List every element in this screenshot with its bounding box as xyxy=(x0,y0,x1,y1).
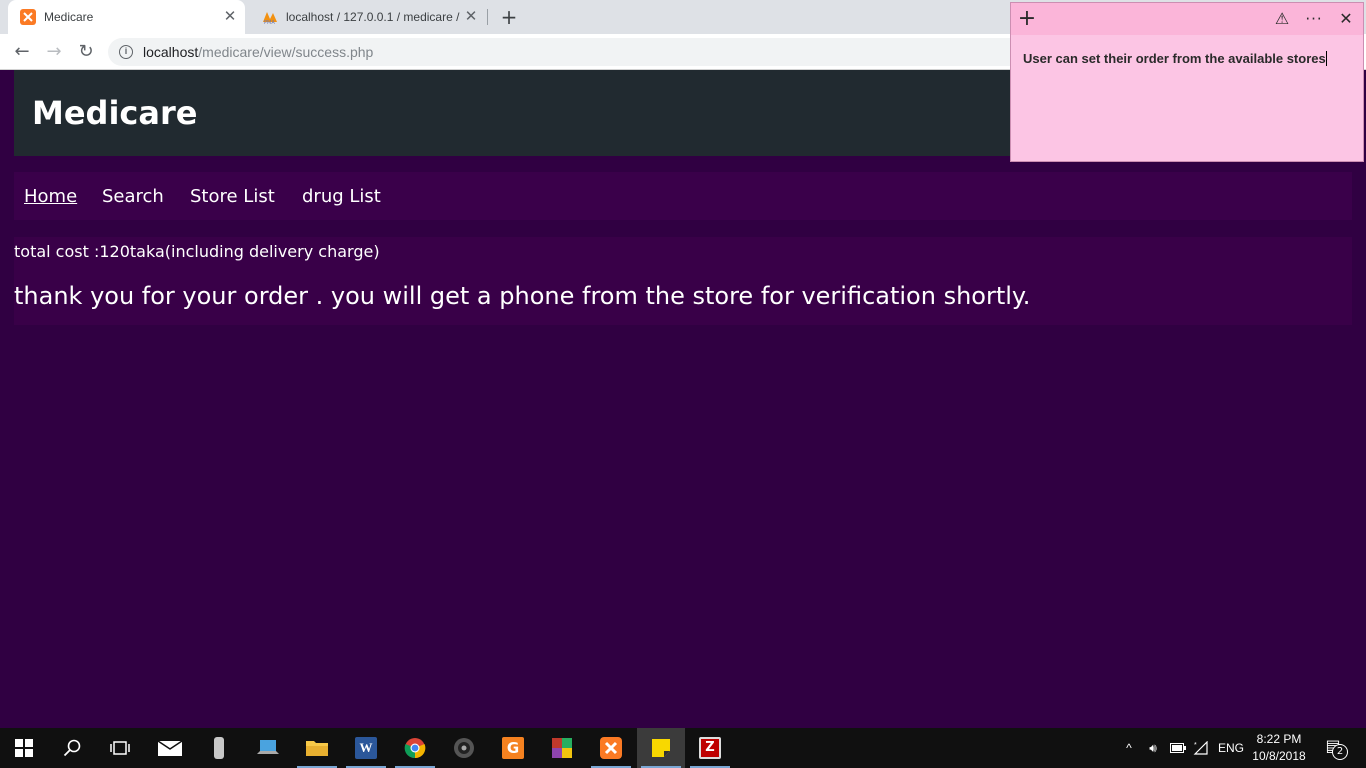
notification-count-badge: 2 xyxy=(1332,744,1348,760)
phpmyadmin-icon: PMA xyxy=(263,12,277,25)
svg-text:*: * xyxy=(1194,742,1197,749)
pdf-app-icon: G xyxy=(502,737,524,759)
nav-search-link[interactable]: Search xyxy=(102,186,164,207)
more-options-icon[interactable]: ··· xyxy=(1302,7,1326,31)
order-confirmation: total cost :120taka(including delivery c… xyxy=(14,237,1352,325)
wifi-icon: * xyxy=(1193,741,1208,755)
filezilla-icon: Z xyxy=(699,737,721,759)
winrar-icon xyxy=(552,738,572,758)
taskbar-word[interactable]: W xyxy=(342,728,390,768)
site-title: Medicare xyxy=(32,94,198,132)
url-host: localhost xyxy=(143,44,199,60)
volume-button[interactable]: 🔊︎ xyxy=(1142,728,1164,768)
clock-time: 8:22 PM xyxy=(1256,732,1302,746)
network-button[interactable]: * xyxy=(1190,728,1212,768)
url-path: /medicare/view/success.php xyxy=(198,44,374,60)
close-tab-icon[interactable]: ✕ xyxy=(221,8,239,26)
taskbar-sticky-notes[interactable] xyxy=(637,728,685,768)
site-nav: Home Search Store List drug List xyxy=(14,172,1352,220)
clock[interactable]: 8:22 PM 10/8/2018 xyxy=(1248,731,1310,765)
battery-button[interactable] xyxy=(1168,728,1188,768)
taskbar-winrar[interactable] xyxy=(538,728,586,768)
sticky-notes-icon xyxy=(652,739,670,757)
xampp-icon xyxy=(600,737,622,759)
taskbar-pdf-app[interactable]: G xyxy=(489,728,537,768)
xampp-icon xyxy=(20,9,36,25)
search-button[interactable] xyxy=(48,728,96,768)
chrome-icon xyxy=(404,738,426,759)
total-cost-text: total cost :120taka(including delivery c… xyxy=(14,242,380,261)
warning-icon[interactable]: ⚠ xyxy=(1270,7,1294,31)
new-tab-button[interactable]: + xyxy=(498,6,520,28)
back-arrow-icon[interactable]: ← xyxy=(10,40,34,64)
task-view-button[interactable] xyxy=(96,728,144,768)
add-note-icon[interactable]: + xyxy=(1015,7,1039,31)
search-icon xyxy=(63,739,81,757)
tab-phpmyadmin[interactable]: PMA localhost / 127.0.0.1 / medicare / ✕ xyxy=(250,0,486,34)
info-icon[interactable]: i xyxy=(119,45,133,59)
tab-title: localhost / 127.0.0.1 / medicare / xyxy=(286,10,460,24)
tab-medicare[interactable]: Medicare ✕ xyxy=(8,0,245,34)
task-view-icon xyxy=(110,741,130,755)
folder-icon xyxy=(306,741,328,756)
taskbar-mail[interactable] xyxy=(146,728,194,768)
volume-icon: 🔊︎ xyxy=(1149,740,1157,755)
text-cursor xyxy=(1325,51,1327,66)
taskbar-phone-app[interactable] xyxy=(195,728,243,768)
nav-store-list-link[interactable]: Store List xyxy=(190,186,275,207)
clock-date: 10/8/2018 xyxy=(1252,749,1306,763)
tab-divider xyxy=(487,9,488,25)
phone-icon xyxy=(214,737,224,759)
svg-text:PMA: PMA xyxy=(264,20,275,25)
sticky-note-window[interactable]: + ⚠ ··· ✕ User can set their order from … xyxy=(1010,2,1364,162)
word-icon: W xyxy=(355,737,377,759)
battery-icon xyxy=(1170,743,1186,753)
laptop-icon xyxy=(257,740,279,754)
sticky-note-titlebar[interactable]: + ⚠ ··· ✕ xyxy=(1011,3,1363,35)
nav-drug-list-link[interactable]: drug List xyxy=(302,186,381,207)
thank-you-message: thank you for your order . you will get … xyxy=(14,282,1031,310)
show-hidden-icons-button[interactable]: ^ xyxy=(1120,728,1138,768)
taskbar-filezilla[interactable]: Z xyxy=(686,728,734,768)
nav-home-link[interactable]: Home xyxy=(24,186,77,207)
mail-icon xyxy=(157,740,183,756)
tab-title: Medicare xyxy=(44,10,94,24)
close-icon[interactable]: ✕ xyxy=(1334,7,1358,31)
speaker-app-icon xyxy=(454,738,474,758)
sticky-note-content: User can set their order from the availa… xyxy=(1023,51,1326,66)
taskbar-computer[interactable] xyxy=(244,728,292,768)
forward-arrow-icon[interactable]: → xyxy=(42,40,66,64)
taskbar-file-explorer[interactable] xyxy=(293,728,341,768)
start-button[interactable] xyxy=(0,728,48,768)
taskbar-chrome[interactable] xyxy=(391,728,439,768)
taskbar-xampp[interactable] xyxy=(587,728,635,768)
language-indicator[interactable]: ENG xyxy=(1216,728,1246,768)
action-center-button[interactable]: ▤ 2 xyxy=(1318,736,1348,760)
windows-icon xyxy=(15,739,33,757)
close-tab-icon[interactable]: ✕ xyxy=(462,8,480,26)
taskbar-media[interactable] xyxy=(440,728,488,768)
language-label: ENG xyxy=(1217,741,1244,755)
reload-icon[interactable]: ↻ xyxy=(74,40,98,64)
chevron-up-icon: ^ xyxy=(1126,741,1132,755)
sticky-note-text[interactable]: User can set their order from the availa… xyxy=(1023,51,1327,66)
taskbar: W G Z ^ 🔊︎ * ENG 8:22 PM 10/8/2018 ▤ 2 xyxy=(0,728,1366,768)
